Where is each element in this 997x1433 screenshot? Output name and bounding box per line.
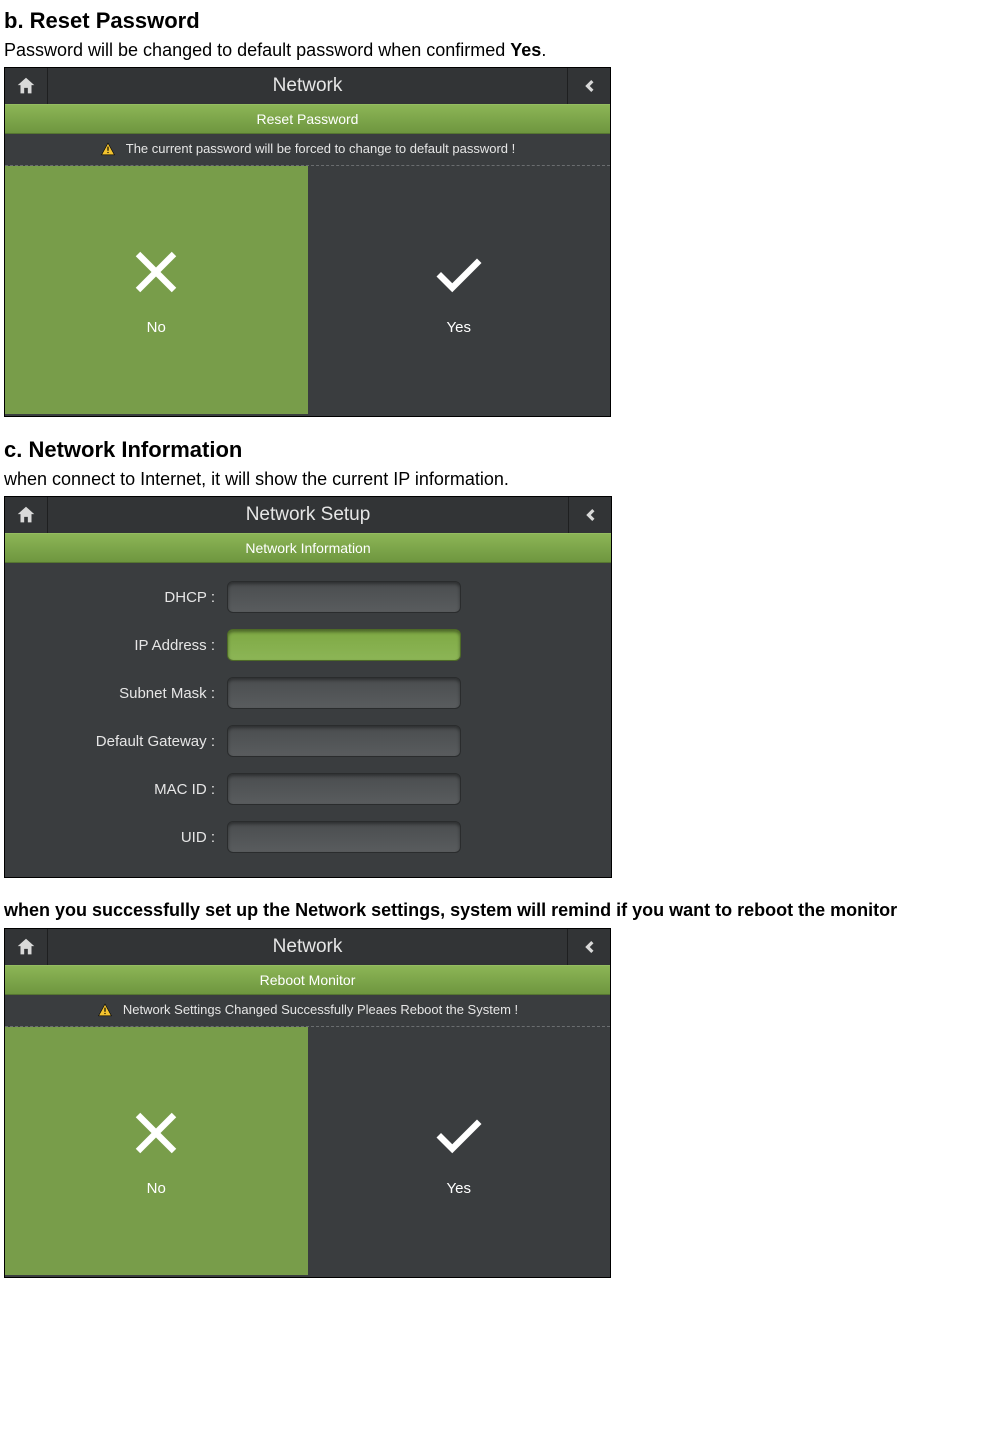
section-header: Reboot Monitor (5, 965, 610, 995)
input-mac[interactable] (227, 773, 461, 805)
yes-button[interactable]: Yes (308, 1027, 611, 1275)
label-uid: UID : (5, 829, 227, 846)
no-label: No (147, 1180, 166, 1197)
screen-title: Network (48, 936, 567, 958)
intro-reboot: when you successfully set up the Network… (4, 898, 997, 922)
warning-row: The current password will be forced to c… (5, 134, 610, 166)
yes-button[interactable]: Yes (308, 166, 611, 414)
warning-icon (97, 1003, 113, 1017)
check-icon (430, 1106, 488, 1160)
row-ip: IP Address : (5, 621, 611, 669)
intro-reset-post: . (541, 40, 546, 60)
intro-reset: Password will be changed to default pass… (4, 40, 997, 61)
heading-netinfo: c. Network Information (4, 437, 997, 463)
row-uid: UID : (5, 813, 611, 861)
row-dhcp: DHCP : (5, 573, 611, 621)
home-icon (15, 504, 37, 526)
no-label: No (147, 319, 166, 336)
app-reboot-monitor: Network Reboot Monitor Network Settings … (4, 928, 611, 1278)
home-icon (15, 936, 37, 958)
row-mac: MAC ID : (5, 765, 611, 813)
label-ip: IP Address : (5, 637, 227, 654)
label-mac: MAC ID : (5, 781, 227, 798)
warning-row: Network Settings Changed Successfully Pl… (5, 995, 610, 1027)
intro-netinfo: when connect to Internet, it will show t… (4, 469, 997, 490)
no-button[interactable]: No (5, 166, 308, 414)
yes-label: Yes (447, 1180, 471, 1197)
title-bar: Network (5, 68, 610, 104)
input-dhcp[interactable] (227, 581, 461, 613)
back-button[interactable] (567, 929, 610, 965)
input-gateway[interactable] (227, 725, 461, 757)
home-button[interactable] (5, 929, 48, 965)
home-icon (15, 75, 37, 97)
choice-row: No Yes (5, 1027, 610, 1275)
warning-text: The current password will be forced to c… (126, 141, 516, 156)
yes-label: Yes (447, 319, 471, 336)
app-network-info: Network Setup Network Information DHCP :… (4, 496, 612, 878)
input-ip[interactable] (227, 629, 461, 661)
cross-icon (127, 245, 185, 299)
title-bar: Network Setup (5, 497, 611, 533)
back-button[interactable] (568, 497, 611, 533)
check-icon (430, 245, 488, 299)
no-button[interactable]: No (5, 1027, 308, 1275)
title-bar: Network (5, 929, 610, 965)
screen-title: Network Setup (48, 504, 568, 526)
app-reset-password: Network Reset Password The current passw… (4, 67, 611, 417)
section-header: Reset Password (5, 104, 610, 134)
label-dhcp: DHCP : (5, 589, 227, 606)
warning-icon (100, 142, 116, 156)
warning-text: Network Settings Changed Successfully Pl… (123, 1002, 518, 1017)
home-button[interactable] (5, 68, 48, 104)
intro-reset-pre: Password will be changed to default pass… (4, 40, 510, 60)
section-header: Network Information (5, 533, 611, 563)
info-form: DHCP : IP Address : Subnet Mask : Defaul… (5, 563, 611, 871)
home-button[interactable] (5, 497, 48, 533)
input-mask[interactable] (227, 677, 461, 709)
row-gateway: Default Gateway : (5, 717, 611, 765)
label-gateway: Default Gateway : (5, 733, 227, 750)
heading-reset: b. Reset Password (4, 8, 997, 34)
intro-reset-bold: Yes (510, 40, 541, 60)
screen-title: Network (48, 75, 567, 97)
chevron-left-icon (581, 502, 599, 528)
chevron-left-icon (580, 934, 598, 960)
label-mask: Subnet Mask : (5, 685, 227, 702)
back-button[interactable] (567, 68, 610, 104)
choice-row: No Yes (5, 166, 610, 414)
row-mask: Subnet Mask : (5, 669, 611, 717)
chevron-left-icon (580, 73, 598, 99)
cross-icon (127, 1106, 185, 1160)
input-uid[interactable] (227, 821, 461, 853)
